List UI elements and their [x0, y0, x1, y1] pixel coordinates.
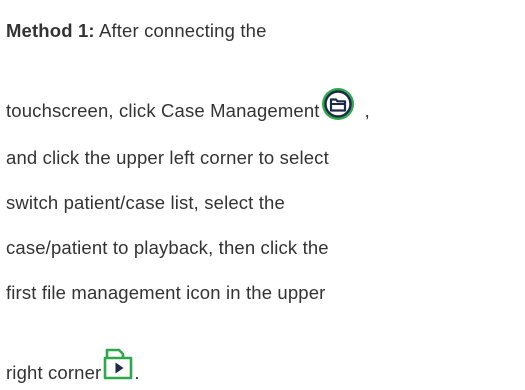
method-text-line-6: first file management icon in the upper: [6, 282, 326, 303]
method-text-line-7: right corner: [6, 362, 102, 383]
method-text-line-1: After connecting the: [94, 20, 267, 41]
method-line: and click the upper left corner to selec…: [6, 146, 329, 170]
method-line: Method 1: After connecting the: [6, 19, 267, 43]
file-management-play-icon: [102, 347, 134, 381]
case-management-folder-icon: [321, 87, 355, 121]
method-line: case/patient to playback, then click the: [6, 236, 329, 260]
method-text-line-2: touchscreen, click Case Management: [6, 100, 320, 121]
method-line: right corner .: [6, 345, 140, 385]
method-label: Method 1:: [6, 20, 95, 41]
method-text-line-4: switch patient/case list, select the: [6, 192, 285, 213]
method-text-period: .: [134, 362, 140, 383]
method-text-comma: ,: [364, 100, 370, 121]
method-text-line-5: case/patient to playback, then click the: [6, 237, 329, 258]
method-text-line-3: and click the upper left corner to selec…: [6, 147, 329, 168]
method-line: switch patient/case list, select the: [6, 191, 285, 215]
document-body: Method 1: After connecting the touchscre…: [0, 0, 525, 390]
method-line: touchscreen, click Case Management ,: [6, 83, 370, 123]
method-line: first file management icon in the upper: [6, 281, 326, 305]
